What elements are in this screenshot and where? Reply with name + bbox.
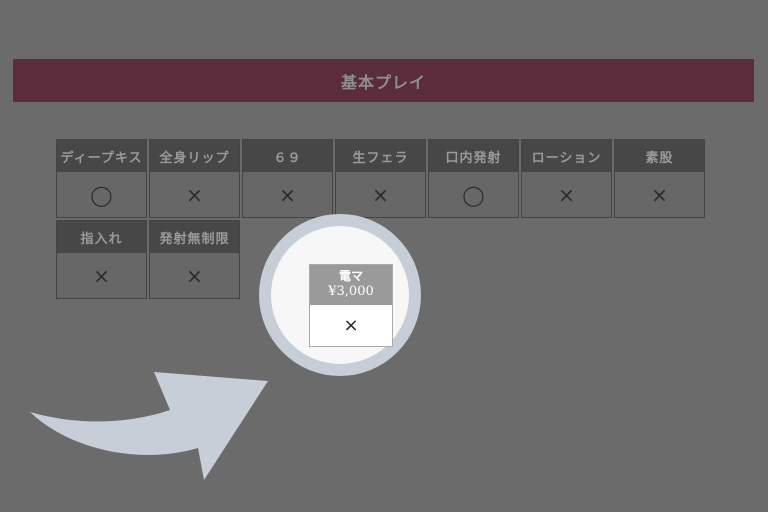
curved-arrow-icon xyxy=(30,372,268,480)
arrow-shape xyxy=(30,372,268,480)
